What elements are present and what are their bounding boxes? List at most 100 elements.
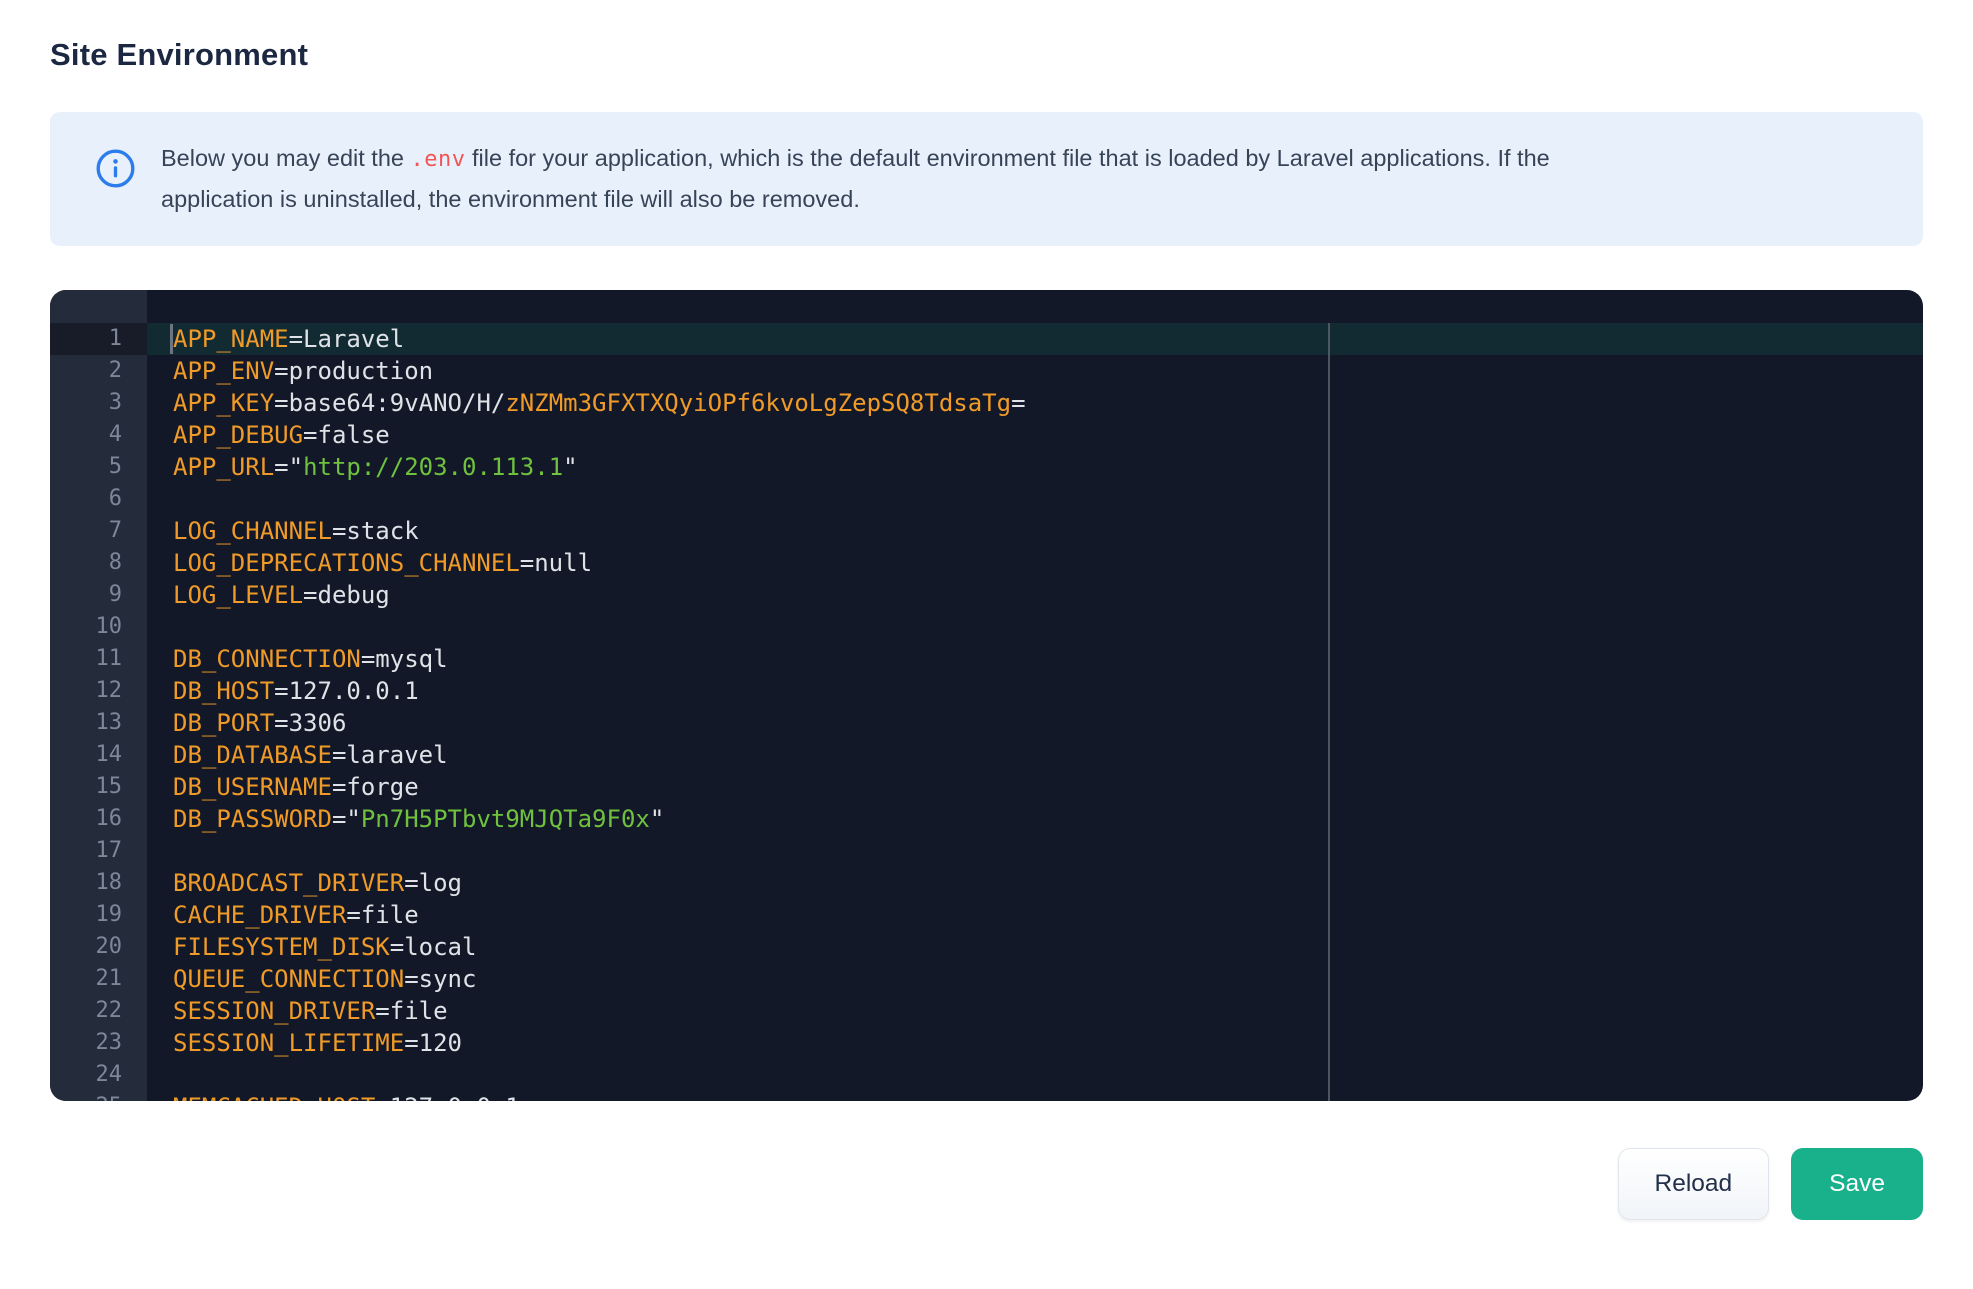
editor-line[interactable]: 14 DB_DATABASE=laravel [50, 739, 1923, 771]
line-number: 5 [108, 454, 122, 479]
editor-line[interactable]: 15 DB_USERNAME=forge [50, 771, 1923, 803]
info-circle-icon [95, 148, 136, 189]
line-code[interactable]: SESSION_DRIVER=file [147, 995, 1923, 1027]
code-token-plain: " [649, 805, 665, 833]
line-code[interactable]: DB_CONNECTION=mysql [147, 643, 1923, 675]
line-code[interactable]: APP_NAME=Laravel [147, 323, 1923, 355]
editor-line[interactable]: 4 APP_DEBUG=false [50, 419, 1923, 451]
line-code[interactable]: LOG_CHANNEL=stack [147, 515, 1923, 547]
code-token-key: BROADCAST_DRIVER [173, 869, 405, 897]
line-code[interactable]: LOG_LEVEL=debug [147, 579, 1923, 611]
code-token-plain: =file [375, 997, 448, 1025]
line-number: 4 [108, 422, 122, 447]
code-token-key: DB_CONNECTION [173, 645, 361, 673]
code-token-key: MEMCACHED_HOST [173, 1093, 375, 1101]
code-token-key: QUEUE_CONNECTION [173, 965, 405, 993]
env-file-code-token: .env [410, 147, 466, 172]
line-number: 3 [108, 390, 122, 415]
editor-line[interactable]: 22 SESSION_DRIVER=file [50, 995, 1923, 1027]
editor-line[interactable]: 21 QUEUE_CONNECTION=sync [50, 963, 1923, 995]
editor-line[interactable]: 7 LOG_CHANNEL=stack [50, 515, 1923, 547]
editor-line[interactable]: 24 [50, 1059, 1923, 1091]
editor-line[interactable]: 1 APP_NAME=Laravel [50, 323, 1923, 355]
code-token-key: SESSION_LIFETIME [173, 1029, 405, 1057]
line-number: 21 [95, 966, 123, 991]
code-token-string: Pn7H5PTbvt9MJQTa9F0x [360, 805, 650, 833]
editor-line[interactable]: 6 [50, 483, 1923, 515]
code-token-plain: =production [274, 357, 434, 385]
editor-line[interactable]: 2 APP_ENV=production [50, 355, 1923, 387]
code-token-key: SESSION_DRIVER [173, 997, 376, 1025]
code-token-plain: =base64:9vANO/H/ [274, 389, 506, 417]
code-token-key: APP_NAME [173, 325, 289, 353]
line-code[interactable]: APP_DEBUG=false [147, 419, 1923, 451]
reload-button[interactable]: Reload [1617, 1148, 1770, 1220]
code-token-plain: = [1011, 389, 1026, 417]
line-number: 16 [95, 806, 123, 831]
code-token-key: zNZMm3GFXTXQyiOPf6kvoLgZepSQ8TdsaTg [505, 389, 1012, 417]
page-title: Site Environment [50, 37, 309, 72]
code-token-key: APP_URL [173, 453, 275, 481]
line-code[interactable]: DB_USERNAME=forge [147, 771, 1923, 803]
line-number: 8 [108, 550, 122, 575]
line-code[interactable] [147, 611, 1923, 643]
editor-line[interactable]: 5 APP_URL="http://203.0.113.1" [50, 451, 1923, 483]
code-token-plain: =false [303, 421, 390, 449]
action-bar: Reload Save [50, 1148, 1923, 1220]
code-token-key: LOG_LEVEL [173, 581, 304, 609]
code-token-plain: =laravel [331, 741, 448, 769]
editor-line[interactable]: 11 DB_CONNECTION=mysql [50, 643, 1923, 675]
line-number: 20 [95, 934, 123, 959]
editor-line[interactable]: 17 [50, 835, 1923, 867]
text-cursor [170, 324, 173, 354]
line-number: 17 [95, 838, 123, 863]
save-button[interactable]: Save [1791, 1148, 1923, 1220]
code-token-key: DB_PORT [173, 709, 275, 737]
editor-line[interactable]: 20 FILESYSTEM_DISK=local [50, 931, 1923, 963]
line-code[interactable]: DB_DATABASE=laravel [147, 739, 1923, 771]
line-code[interactable]: CACHE_DRIVER=file [147, 899, 1923, 931]
line-code[interactable]: LOG_DEPRECATIONS_CHANNEL=null [147, 547, 1923, 579]
code-token-plain: =127.0.0.1 [274, 677, 419, 705]
line-number: 12 [95, 678, 123, 703]
line-code[interactable]: MEMCACHED_HOST=127.0.0.1 [147, 1091, 1923, 1101]
line-code[interactable]: DB_PORT=3306 [147, 707, 1923, 739]
editor-line[interactable]: 9 LOG_LEVEL=debug [50, 579, 1923, 611]
line-number: 22 [95, 998, 123, 1023]
line-number: 14 [95, 742, 123, 767]
code-token-plain: =127.0.0.1 [375, 1093, 520, 1101]
code-token-plain: =mysql [360, 645, 448, 673]
editor-line[interactable]: 23 SESSION_LIFETIME=120 [50, 1027, 1923, 1059]
line-code[interactable]: APP_KEY=base64:9vANO/H/zNZMm3GFXTXQyiOPf… [147, 387, 1923, 419]
line-code[interactable] [147, 1059, 1923, 1091]
line-number: 2 [108, 358, 122, 383]
code-token-plain: =null [519, 549, 593, 577]
line-code[interactable]: APP_ENV=production [147, 355, 1923, 387]
line-code[interactable]: DB_HOST=127.0.0.1 [147, 675, 1923, 707]
editor-line[interactable]: 10 [50, 611, 1923, 643]
code-token-key: LOG_CHANNEL [173, 517, 332, 545]
line-number: 1 [50, 323, 147, 355]
editor-line[interactable]: 3 APP_KEY=base64:9vANO/H/zNZMm3GFXTXQyiOP… [50, 387, 1923, 419]
editor-line[interactable]: 12 DB_HOST=127.0.0.1 [50, 675, 1923, 707]
code-token-key: DB_USERNAME [173, 773, 332, 801]
editor-line[interactable]: 25MEMCACHED_HOST=127.0.0.1 [50, 1091, 1923, 1101]
env-code-editor[interactable]: 1 APP_NAME=Laravel 2 APP_ENV=production 3 APP… [50, 290, 1923, 1101]
editor-line[interactable]: 13 DB_PORT=3306 [50, 707, 1923, 739]
line-number: 24 [95, 1062, 123, 1087]
editor-line[interactable]: 8 LOG_DEPRECATIONS_CHANNEL=null [50, 547, 1923, 579]
line-code[interactable] [147, 483, 1923, 515]
editor-line[interactable]: 18 BROADCAST_DRIVER=log [50, 867, 1923, 899]
editor-line[interactable]: 19 CACHE_DRIVER=file [50, 899, 1923, 931]
code-token-key: APP_KEY [173, 389, 275, 417]
line-code[interactable]: APP_URL="http://203.0.113.1" [147, 451, 1923, 483]
editor-lines[interactable]: 1 APP_NAME=Laravel 2 APP_ENV=production 3 APP… [50, 290, 1923, 1101]
editor-line[interactable]: 16 DB_PASSWORD="Pn7H5PTbvt9MJQTa9F0x" [50, 803, 1923, 835]
code-token-plain: =local [389, 933, 477, 961]
line-code[interactable]: SESSION_LIFETIME=120 [147, 1027, 1923, 1059]
line-code[interactable]: QUEUE_CONNECTION=sync [147, 963, 1923, 995]
line-code[interactable] [147, 835, 1923, 867]
line-code[interactable]: BROADCAST_DRIVER=log [147, 867, 1923, 899]
line-code[interactable]: FILESYSTEM_DISK=local [147, 931, 1923, 963]
line-code[interactable]: DB_PASSWORD="Pn7H5PTbvt9MJQTa9F0x" [147, 803, 1923, 835]
